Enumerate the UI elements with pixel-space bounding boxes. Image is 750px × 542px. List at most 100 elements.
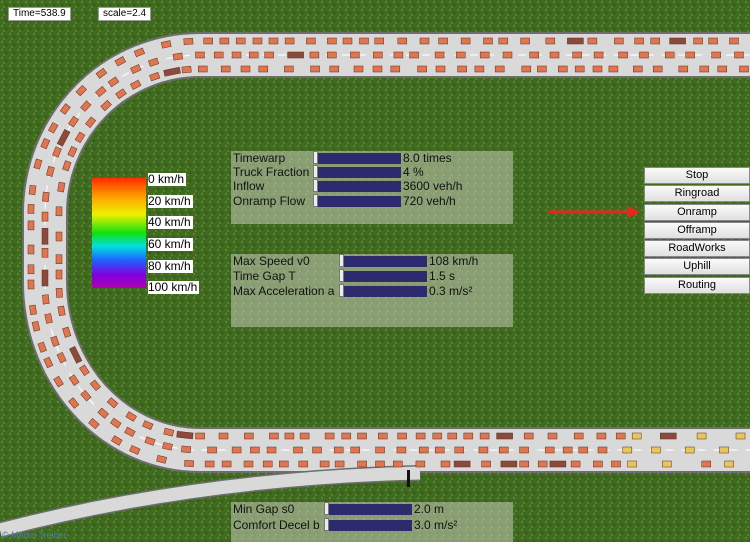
inflow-slider[interactable] [313,181,401,192]
car [734,51,744,59]
comfort-decel-slider-row: Comfort Decel b 3.0 m/s² [231,518,513,533]
timewarp-slider-knob[interactable] [313,151,318,164]
car [269,432,279,440]
car [284,37,295,45]
car [634,37,644,45]
uphill-button[interactable]: Uphill [644,258,750,276]
car [529,51,539,59]
legend-label-20: 20 km/h [148,194,193,208]
car [266,446,277,454]
car [574,65,585,73]
car [696,432,707,440]
car [341,432,352,440]
comfort-decel-slider-knob[interactable] [324,518,329,531]
car [299,432,310,440]
scale-display: scale=2.4 [98,7,152,21]
min-gap-slider-knob[interactable] [324,502,329,515]
car [284,432,295,440]
onramp-flow-value: 720 veh/h [403,194,456,208]
legend-label-80: 80 km/h [148,259,193,273]
car [519,460,529,468]
speed-colormap [92,178,146,288]
truck [567,37,584,45]
speed-colormap-bar [92,178,146,288]
car [27,244,35,255]
time-gap-slider-knob[interactable] [339,269,344,282]
offramp-button[interactable]: Offramp [644,221,750,239]
car [440,460,451,468]
car [545,37,556,45]
ringroad-button[interactable]: Ringroad [644,185,750,203]
onramp-flow-slider-knob[interactable] [313,194,318,207]
car [432,432,443,440]
max-speed-slider[interactable] [339,256,427,267]
car [562,446,573,454]
min-gap-value: 2.0 m [414,502,445,516]
roadworks-button[interactable]: RoadWorks [644,240,750,258]
min-gap-slider[interactable] [324,504,412,515]
car [250,446,260,454]
comfort-decel-label: Comfort Decel b [233,518,320,532]
max-speed-slider-knob[interactable] [339,254,344,267]
car [327,51,337,59]
car [329,65,340,73]
timewarp-slider[interactable] [313,153,401,164]
car [27,264,35,275]
car [353,65,364,73]
car [498,37,509,45]
onramp-flow-slider[interactable] [313,196,401,207]
car [639,51,649,59]
car [231,51,242,59]
car [268,37,279,45]
car [397,432,407,440]
car [204,460,215,468]
truck [41,228,49,245]
car [474,65,485,73]
car [708,37,718,45]
car [597,446,608,454]
car [651,446,661,454]
legend-label-40: 40 km/h [148,215,193,229]
car [483,37,493,45]
routing-button[interactable]: Routing [644,276,750,294]
car [592,65,603,73]
truck-fraction-slider[interactable] [313,167,401,178]
comfort-decel-slider[interactable] [324,520,412,531]
car [549,51,560,59]
ramp-gate [407,470,410,487]
car [693,37,703,45]
inflow-slider-knob[interactable] [313,179,318,192]
car [463,432,474,440]
car [608,65,619,73]
truck-fraction-label: Truck Fraction [233,165,310,179]
car [42,294,50,305]
max-acceleration-slider[interactable] [339,286,427,297]
truck [500,460,518,468]
max-acceleration-slider-knob[interactable] [339,284,344,297]
time-gap-slider[interactable] [339,271,427,282]
car [57,305,66,317]
car [479,51,490,59]
author-credit: © Martin Treiber [2,530,67,540]
truck-fraction-slider-knob[interactable] [313,165,318,178]
comfort-decel-value: 3.0 m/s² [414,518,458,532]
car [264,51,274,59]
onramp-button[interactable]: Onramp [644,203,750,221]
car [521,65,532,73]
car [28,184,37,196]
car [457,65,467,73]
car [359,37,369,45]
max-speed-slider-row: Max Speed v0 108 km/h [231,254,513,269]
legend-label-60: 60 km/h [148,237,193,251]
car [685,51,695,59]
max-acceleration-value: 0.3 m/s² [429,284,473,298]
car [41,248,49,258]
time-gap-label: Time Gap T [233,269,296,283]
car [664,51,675,59]
stop-button[interactable]: Stop [644,167,750,184]
car [248,51,259,59]
car [57,181,66,193]
car [55,231,63,242]
car [684,446,695,454]
car [701,460,711,468]
